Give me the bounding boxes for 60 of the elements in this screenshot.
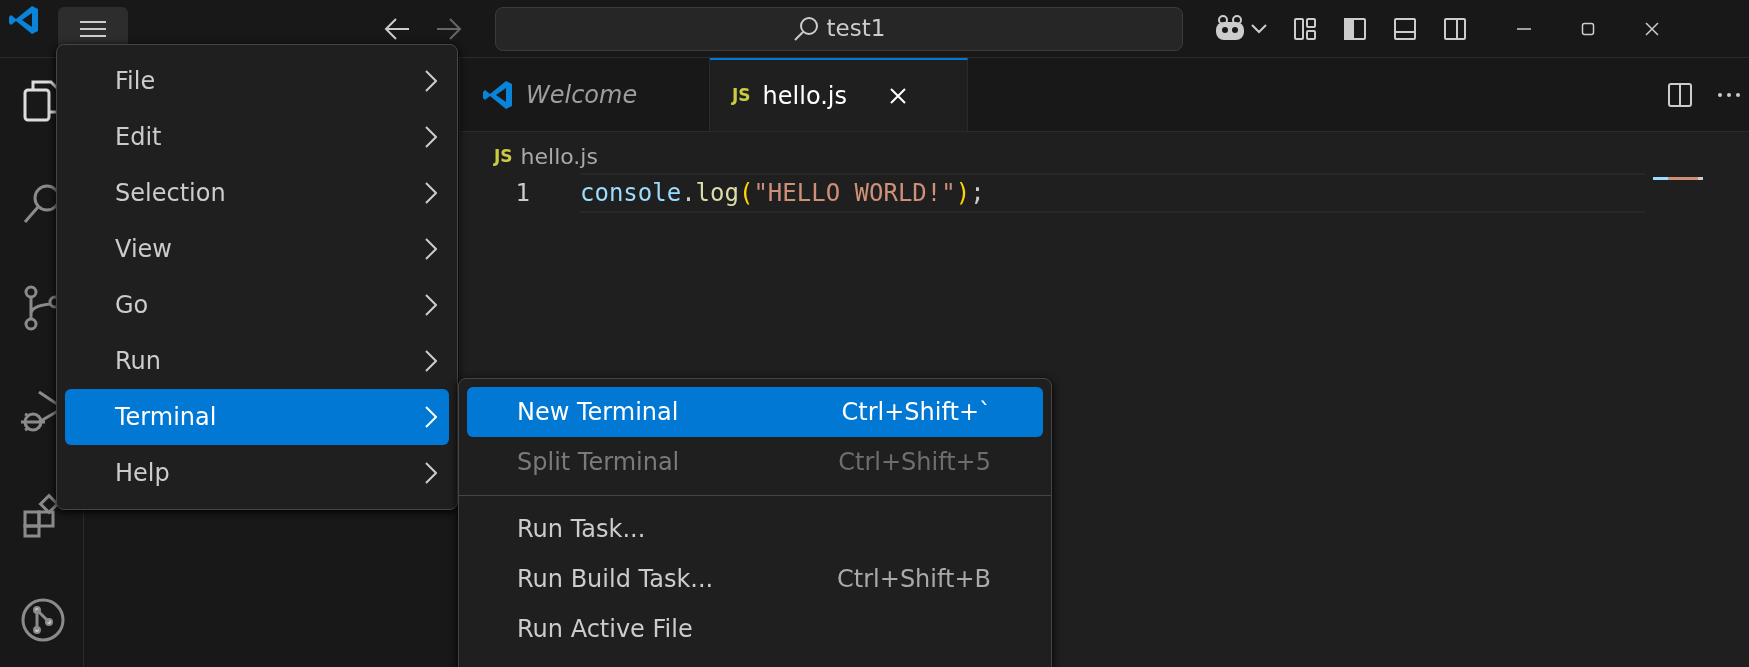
more-icon: [1717, 91, 1741, 98]
right-panel-icon: [1443, 16, 1467, 41]
search-icon: [792, 15, 819, 42]
split-editor-icon: [1667, 81, 1693, 108]
js-file-label: JS: [732, 83, 751, 107]
menu-item[interactable]: Run Build Task... Ctrl+Shift+B: [467, 554, 1043, 604]
menu-item[interactable]: View: [65, 221, 449, 277]
chevron-right-icon: [425, 350, 437, 372]
minimap-drawing: [1653, 177, 1703, 180]
line-number: 1: [514, 178, 531, 209]
menu-icon: [78, 18, 108, 39]
shortcut-text: Ctrl+Shift+5: [838, 447, 991, 478]
maximize-icon: [1581, 21, 1595, 36]
split-editor-button[interactable]: [1667, 81, 1693, 108]
menu-item[interactable]: Terminal: [65, 389, 449, 445]
layout-button[interactable]: [1343, 16, 1367, 41]
layout-button[interactable]: [1293, 16, 1317, 41]
chevron-right-icon: [425, 462, 437, 484]
chevron-right-icon: [425, 182, 437, 204]
close-button[interactable]: [1645, 21, 1659, 36]
menu-item[interactable]: Run Task...: [467, 504, 1043, 554]
minimize-button[interactable]: [1517, 27, 1531, 30]
editor-tab[interactable]: JS hello.js: [710, 58, 968, 131]
menu-item[interactable]: New Terminal Ctrl+Shift+`: [467, 387, 1043, 437]
menu-item[interactable]: Go: [65, 277, 449, 333]
layout-button[interactable]: [1443, 16, 1467, 41]
breadcrumb-item[interactable]: hello.js: [520, 140, 598, 173]
chevron-right-icon: [425, 406, 437, 428]
forward-button[interactable]: [435, 16, 463, 41]
chevron-right-icon: [425, 294, 437, 316]
back-button[interactable]: [383, 16, 411, 41]
search-text: test1: [826, 14, 886, 44]
menu-item[interactable]: Run Active File: [467, 604, 1043, 654]
minimize-icon: [1517, 27, 1531, 30]
code-line: console.log("HELLO WORLD!");: [580, 173, 1645, 213]
chevron-down-icon: [1251, 23, 1267, 34]
maximize-button[interactable]: [1581, 21, 1595, 36]
js-file-label: JS: [494, 144, 513, 168]
menu-item[interactable]: Help: [65, 445, 449, 501]
app-logo-icon: [482, 78, 514, 111]
layout-icon: [1293, 16, 1317, 41]
close-icon: [1645, 21, 1659, 36]
chevron-right-icon: [425, 238, 437, 260]
bottom-panel-icon: [1393, 16, 1417, 41]
shortcut-text: Ctrl+Shift+`: [841, 397, 991, 428]
arrow-right-icon: [435, 16, 463, 41]
chevron-right-icon: [425, 126, 437, 148]
search-field[interactable]: test1: [495, 6, 1183, 51]
shortcut-text: Ctrl+Shift+B: [837, 564, 991, 595]
menu-item[interactable]: File: [65, 53, 449, 109]
app-logo-icon: [8, 4, 40, 36]
menu-item[interactable]: Selection: [65, 165, 449, 221]
left-panel-icon: [1343, 16, 1367, 41]
menu-item[interactable]: Run: [65, 333, 449, 389]
arrow-left-icon: [383, 16, 411, 41]
close-icon[interactable]: [888, 86, 907, 105]
more-actions-button[interactable]: [1717, 91, 1741, 98]
layout-button[interactable]: [1393, 16, 1417, 41]
chevron-right-icon: [425, 70, 437, 92]
menu-item[interactable]: Edit: [65, 109, 449, 165]
